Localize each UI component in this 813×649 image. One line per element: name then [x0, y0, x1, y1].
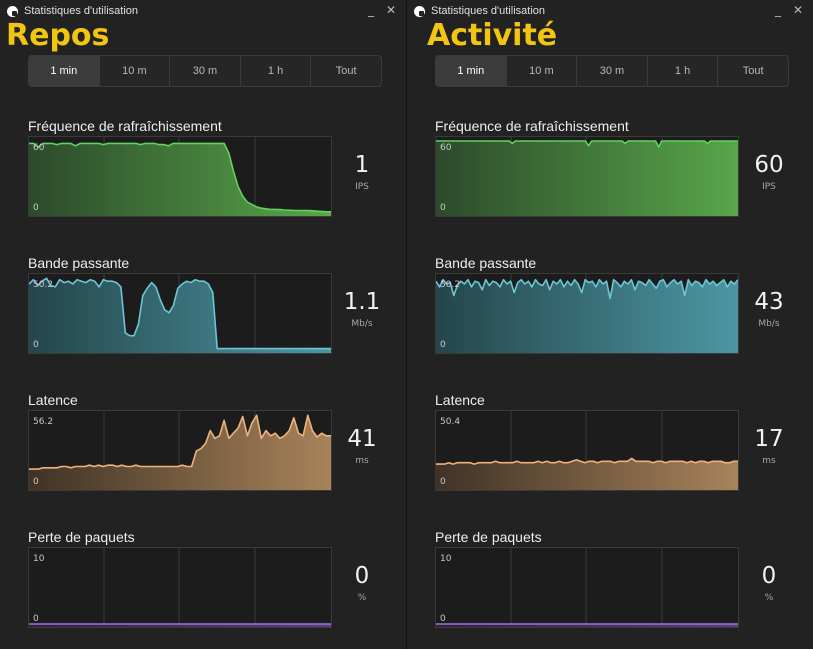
metric-unit: IPS: [762, 182, 776, 192]
overlay-label: Activité: [427, 18, 558, 53]
axis-max-label: 10: [33, 554, 45, 564]
app-logo-icon: [7, 5, 18, 17]
metric-value: 0: [354, 563, 370, 589]
time-range-selector: 1 min 10 m 30 m 1 h Tout: [28, 55, 382, 87]
stats-window-active: Statistiques d'utilisation _ ✕ Activité …: [407, 0, 813, 649]
metric-unit: ms: [355, 456, 369, 466]
app-logo-icon: [414, 5, 425, 17]
metric-label: Fréquence de rafraîchissement: [28, 118, 222, 134]
range-tab-1h[interactable]: 1 h: [648, 56, 719, 86]
metric-unit: ms: [762, 456, 776, 466]
chart-svg: [29, 548, 331, 627]
axis-max-label: 50.2: [440, 280, 461, 290]
metric-value: 41: [347, 426, 377, 452]
metric-refresh-rate: Fréquence de rafraîchissement 60 0 1 IPS: [28, 118, 398, 228]
close-icon[interactable]: ✕: [384, 3, 398, 17]
axis-max-label: 60: [440, 143, 452, 153]
chart-svg: [29, 274, 331, 353]
metric-chart: 10 0: [435, 547, 739, 628]
axis-min-label: 0: [33, 614, 39, 624]
metric-label: Latence: [28, 392, 78, 408]
axis-max-label: 56.2: [33, 417, 54, 427]
metric-label: Bande passante: [435, 255, 537, 271]
axis-max-label: 50.2: [33, 280, 54, 290]
metric-unit: Mb/s: [351, 319, 373, 329]
metric-value: 43: [754, 289, 784, 315]
metric-refresh-rate: Fréquence de rafraîchissement 60 0 60 IP…: [435, 118, 805, 228]
window-title: Statistiques d'utilisation: [431, 5, 545, 17]
metric-label: Latence: [435, 392, 485, 408]
metric-label: Perte de paquets: [435, 529, 542, 545]
metric-chart: 50.2 0: [28, 273, 332, 354]
metric-value: 17: [754, 426, 784, 452]
metric-unit: Mb/s: [758, 319, 780, 329]
range-tab-all[interactable]: Tout: [311, 56, 381, 86]
metric-chart: 56.2 0: [28, 410, 332, 491]
range-tab-all[interactable]: Tout: [718, 56, 788, 86]
metric-bandwidth: Bande passante 50.2 0 43 Mb/s: [435, 255, 805, 365]
metric-packet-loss: Perte de paquets 10 0 0 %: [28, 529, 398, 639]
chart-svg: [29, 411, 331, 490]
range-tab-30m[interactable]: 30 m: [170, 56, 241, 86]
metric-unit: %: [764, 593, 774, 603]
chart-svg: [436, 411, 738, 490]
metric-value: 0: [761, 563, 777, 589]
range-tab-1h[interactable]: 1 h: [241, 56, 312, 86]
close-icon[interactable]: ✕: [791, 3, 805, 17]
series-area: [436, 141, 738, 216]
metric-value: 60: [754, 152, 784, 178]
chart-svg: [436, 137, 738, 216]
range-tab-10m[interactable]: 10 m: [100, 56, 171, 86]
axis-max-label: 50.4: [440, 417, 461, 427]
time-range-selector: 1 min 10 m 30 m 1 h Tout: [435, 55, 789, 87]
chart-svg: [436, 274, 738, 353]
minimize-icon[interactable]: _: [364, 3, 378, 17]
minimize-icon[interactable]: _: [771, 3, 785, 17]
overlay-label: Repos: [6, 18, 110, 53]
axis-min-label: 0: [440, 340, 446, 350]
range-tab-1min[interactable]: 1 min: [436, 56, 507, 86]
stats-window-idle: Statistiques d'utilisation _ ✕ Repos 1 m…: [0, 0, 406, 649]
metric-latency: Latence 50.4 0 17 ms: [435, 392, 805, 502]
axis-max-label: 10: [440, 554, 452, 564]
axis-min-label: 0: [440, 203, 446, 213]
range-tab-30m[interactable]: 30 m: [577, 56, 648, 86]
axis-min-label: 0: [440, 614, 446, 624]
metric-value: 1: [354, 152, 370, 178]
metric-chart: 60 0: [28, 136, 332, 217]
metric-label: Bande passante: [28, 255, 130, 271]
axis-min-label: 0: [440, 477, 446, 487]
metric-bandwidth: Bande passante 50.2 0 1.1 Mb/s: [28, 255, 398, 365]
metric-chart: 10 0: [28, 547, 332, 628]
series-area: [29, 143, 331, 216]
chart-svg: [436, 548, 738, 627]
series-area: [29, 278, 331, 353]
metric-packet-loss: Perte de paquets 10 0 0 %: [435, 529, 805, 639]
chart-svg: [29, 137, 331, 216]
axis-min-label: 0: [33, 340, 39, 350]
axis-min-label: 0: [33, 477, 39, 487]
series-area: [29, 415, 331, 490]
window-title: Statistiques d'utilisation: [24, 5, 138, 17]
metric-label: Fréquence de rafraîchissement: [435, 118, 629, 134]
metric-unit: IPS: [355, 182, 369, 192]
metric-chart: 60 0: [435, 136, 739, 217]
metric-chart: 50.2 0: [435, 273, 739, 354]
metric-value: 1.1: [343, 289, 381, 315]
metric-latency: Latence 56.2 0 41 ms: [28, 392, 398, 502]
range-tab-1min[interactable]: 1 min: [29, 56, 100, 86]
axis-max-label: 60: [33, 143, 45, 153]
metric-label: Perte de paquets: [28, 529, 135, 545]
metric-chart: 50.4 0: [435, 410, 739, 491]
range-tab-10m[interactable]: 10 m: [507, 56, 578, 86]
series-area: [436, 279, 738, 353]
metric-unit: %: [357, 593, 367, 603]
axis-min-label: 0: [33, 203, 39, 213]
